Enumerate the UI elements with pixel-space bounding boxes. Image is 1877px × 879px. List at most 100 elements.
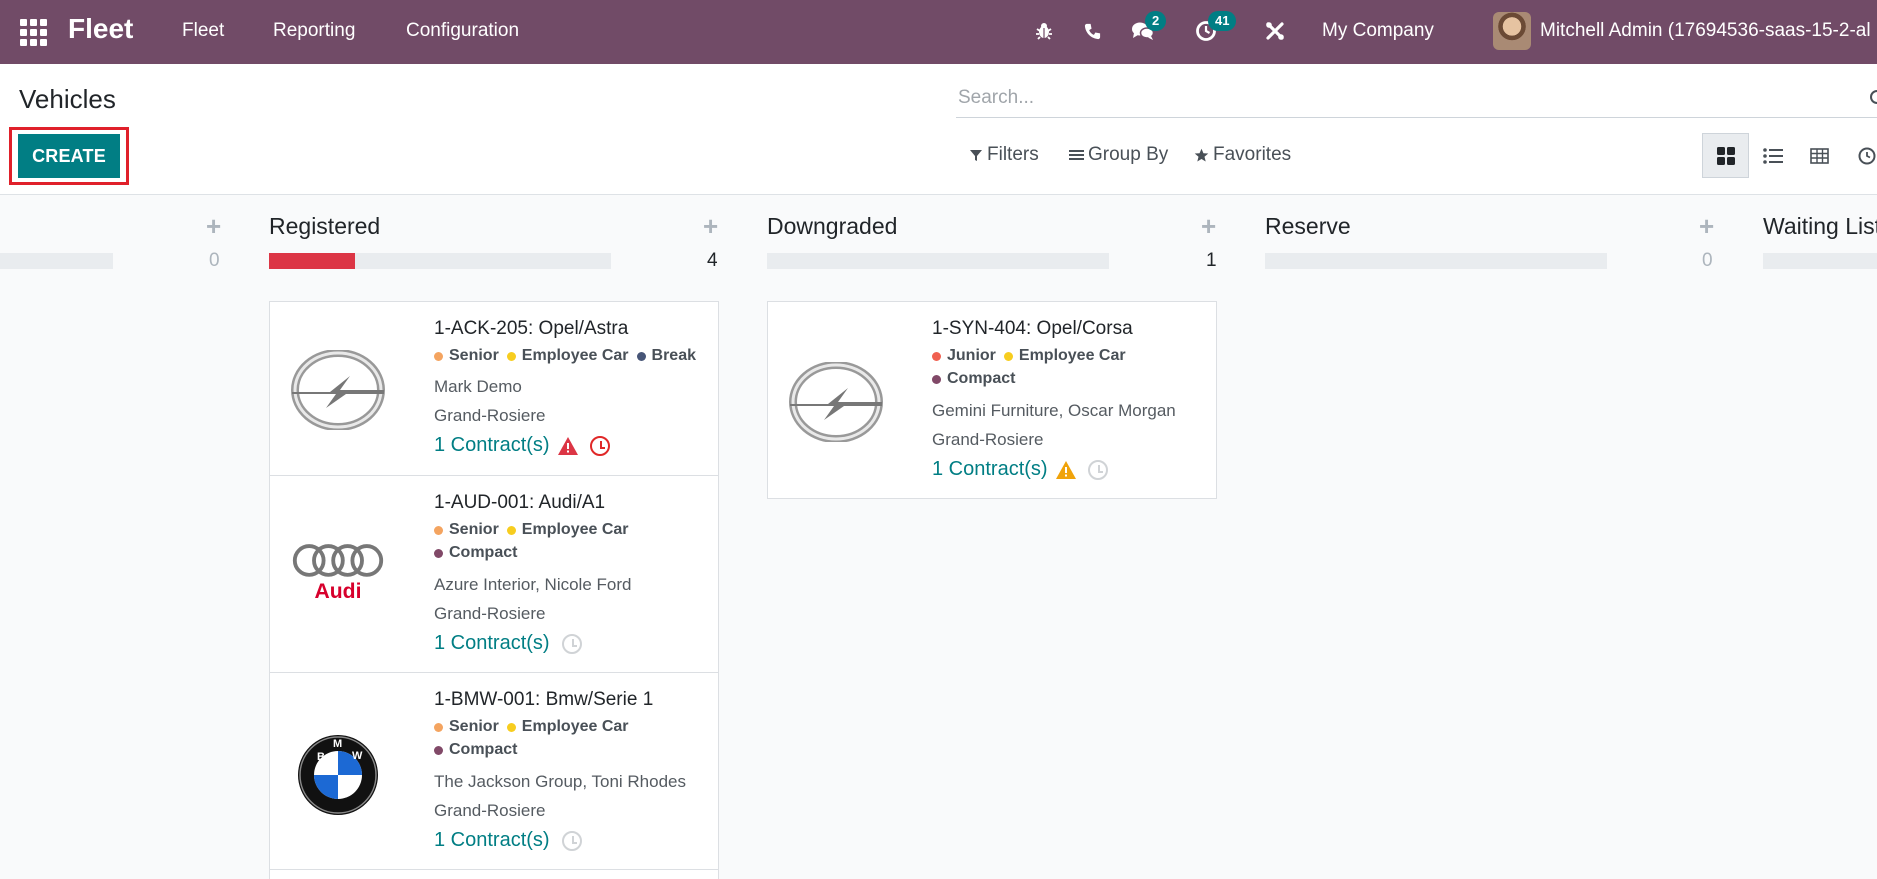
svg-text:M: M: [333, 738, 342, 750]
search-input[interactable]: [958, 84, 1818, 112]
activity-clock-icon: [1858, 147, 1875, 164]
company-switcher[interactable]: My Company: [1322, 20, 1434, 42]
menu-reporting[interactable]: Reporting: [273, 20, 355, 42]
column-0-count: 0: [209, 250, 220, 271]
tag-junior: Junior: [932, 347, 996, 365]
column-registered-quick-create-icon[interactable]: +: [703, 211, 718, 242]
group-by-button[interactable]: Group By: [1069, 144, 1168, 166]
menu-configuration[interactable]: Configuration: [406, 20, 519, 42]
column-0-progress-bar[interactable]: [0, 253, 113, 269]
vehicle-card[interactable]: 1-SYN-404: Opel/Corsa Junior Employee Ca…: [767, 301, 1217, 499]
activity-view-button[interactable]: [1843, 133, 1877, 178]
column-downgraded-quick-create-icon[interactable]: +: [1201, 211, 1216, 242]
user-menu[interactable]: Mitchell Admin (17694536-saas-15-2-al: [1540, 20, 1871, 42]
control-panel: Vehicles CREATE Filters Group By Favorit…: [0, 64, 1877, 195]
vehicle-card[interactable]: [269, 869, 719, 879]
group-by-label: Group By: [1088, 144, 1169, 165]
vehicle-location: Grand-Rosiere: [434, 801, 546, 820]
vehicle-tags: Compact: [434, 741, 525, 759]
vehicle-driver: The Jackson Group, Toni Rhodes: [434, 772, 686, 791]
debug-bug-icon[interactable]: [1031, 18, 1057, 44]
tag-dot: [932, 351, 941, 361]
column-reserve-progress-bar[interactable]: [1265, 253, 1607, 269]
column-waiting-list-title[interactable]: Waiting List: [1763, 213, 1877, 240]
column-reserve-quick-create-icon[interactable]: +: [1699, 211, 1714, 242]
svg-text:Audi: Audi: [315, 580, 362, 603]
vehicle-card[interactable]: 1-ACK-205: Opel/Astra Senior Employee Ca…: [269, 301, 719, 476]
svg-text:B: B: [317, 751, 325, 763]
vehicle-contracts-link[interactable]: 1 Contract(s): [434, 829, 582, 852]
warning-triangle-icon: [1055, 460, 1076, 479]
svg-text:W: W: [352, 750, 363, 762]
column-downgraded-title[interactable]: Downgraded: [767, 213, 897, 240]
vehicle-contracts-link[interactable]: 1 Contract(s): [434, 632, 582, 655]
tag-dot: [636, 351, 646, 361]
search-bar: [956, 78, 1877, 118]
list-view-button[interactable]: [1749, 133, 1796, 178]
vehicle-tags: Compact: [932, 370, 1023, 388]
tag-dot: [434, 525, 443, 535]
vehicle-title: 1-SYN-404: Opel/Corsa: [932, 318, 1133, 339]
vehicle-title: 1-AUD-001: Audi/A1: [434, 492, 606, 513]
activity-clock-icon[interactable]: [561, 633, 582, 654]
vehicle-card[interactable]: Audi 1-AUD-001: Audi/A1 Senior Employee …: [269, 475, 719, 673]
tag-label: Compact: [449, 544, 518, 561]
vehicle-card[interactable]: BMW 1-BMW-001: Bmw/Serie 1 Senior Employ…: [269, 672, 719, 870]
tag-dot: [506, 525, 516, 535]
vehicle-location: Grand-Rosiere: [434, 604, 546, 623]
vehicle-driver: Azure Interior, Nicole Ford: [434, 575, 632, 594]
user-avatar[interactable]: [1493, 12, 1531, 50]
tag-employee-car: Employee Car: [506, 718, 629, 736]
tag-employee-car: Employee Car: [506, 521, 629, 539]
tag-employee-car: Employee Car: [506, 347, 629, 365]
favorites-button[interactable]: Favorites: [1194, 144, 1291, 166]
tools-settings-icon[interactable]: [1262, 18, 1288, 44]
tag-label: Employee Car: [521, 347, 629, 364]
view-switcher: [1702, 133, 1877, 178]
tag-dot: [434, 722, 443, 732]
column-waiting-list-progress-bar[interactable]: [1763, 253, 1877, 269]
tag-compact: Compact: [434, 544, 517, 562]
app-brand[interactable]: Fleet: [68, 13, 133, 45]
column-downgraded-count: 1: [1206, 250, 1217, 271]
phone-icon[interactable]: [1079, 18, 1105, 44]
column-registered-count: 4: [707, 250, 718, 271]
vehicle-tags: Senior Employee Car: [434, 718, 637, 736]
warning-triangle-icon: [557, 436, 578, 455]
page-title: Vehicles: [19, 84, 116, 114]
messages-chat-icon[interactable]: 2: [1130, 11, 1167, 44]
column-downgraded-progress-bar[interactable]: [767, 253, 1109, 269]
activity-clock-icon[interactable]: [1087, 459, 1108, 480]
create-button[interactable]: CREATE: [18, 134, 120, 178]
pivot-view-button[interactable]: [1796, 133, 1843, 178]
vehicle-title: 1-BMW-001: Bmw/Serie 1: [434, 689, 654, 710]
vehicle-contracts-link[interactable]: 1 Contract(s): [434, 434, 610, 457]
column-reserve-title[interactable]: Reserve: [1265, 213, 1351, 240]
filters-label: Filters: [987, 144, 1039, 165]
list-icon: [1762, 147, 1783, 164]
tag-senior: Senior: [434, 718, 499, 736]
column-0-quick-create-icon[interactable]: +: [206, 211, 221, 242]
column-registered-title[interactable]: Registered: [269, 213, 380, 240]
contracts-label: 1 Contract(s): [434, 434, 550, 456]
activity-clock-icon[interactable]: [589, 435, 610, 456]
vehicle-driver: Gemini Furniture, Oscar Morgan: [932, 401, 1176, 420]
kanban-view-button[interactable]: [1702, 133, 1749, 178]
tag-dot: [506, 722, 516, 732]
tag-compact: Compact: [932, 370, 1015, 388]
activities-clock-icon[interactable]: 41: [1193, 11, 1237, 44]
filters-button[interactable]: Filters: [969, 144, 1039, 166]
search-icon[interactable]: [1870, 90, 1877, 104]
favorites-star-icon: [1194, 148, 1209, 161]
app-menu-grid-icon[interactable]: [18, 17, 48, 47]
tag-employee-car: Employee Car: [1003, 347, 1126, 365]
tag-label: Employee Car: [1018, 347, 1126, 364]
contracts-label: 1 Contract(s): [434, 632, 550, 654]
activity-clock-icon[interactable]: [561, 830, 582, 851]
filter-funnel-icon: [970, 150, 982, 161]
vehicle-driver: Mark Demo: [434, 377, 522, 396]
menu-fleet[interactable]: Fleet: [182, 20, 224, 42]
kanban-board: + 0 Registered + 4 Downgraded + 1 Reserv…: [0, 195, 1877, 879]
column-registered-progress-bar[interactable]: [269, 253, 611, 269]
vehicle-contracts-link[interactable]: 1 Contract(s): [932, 458, 1108, 481]
